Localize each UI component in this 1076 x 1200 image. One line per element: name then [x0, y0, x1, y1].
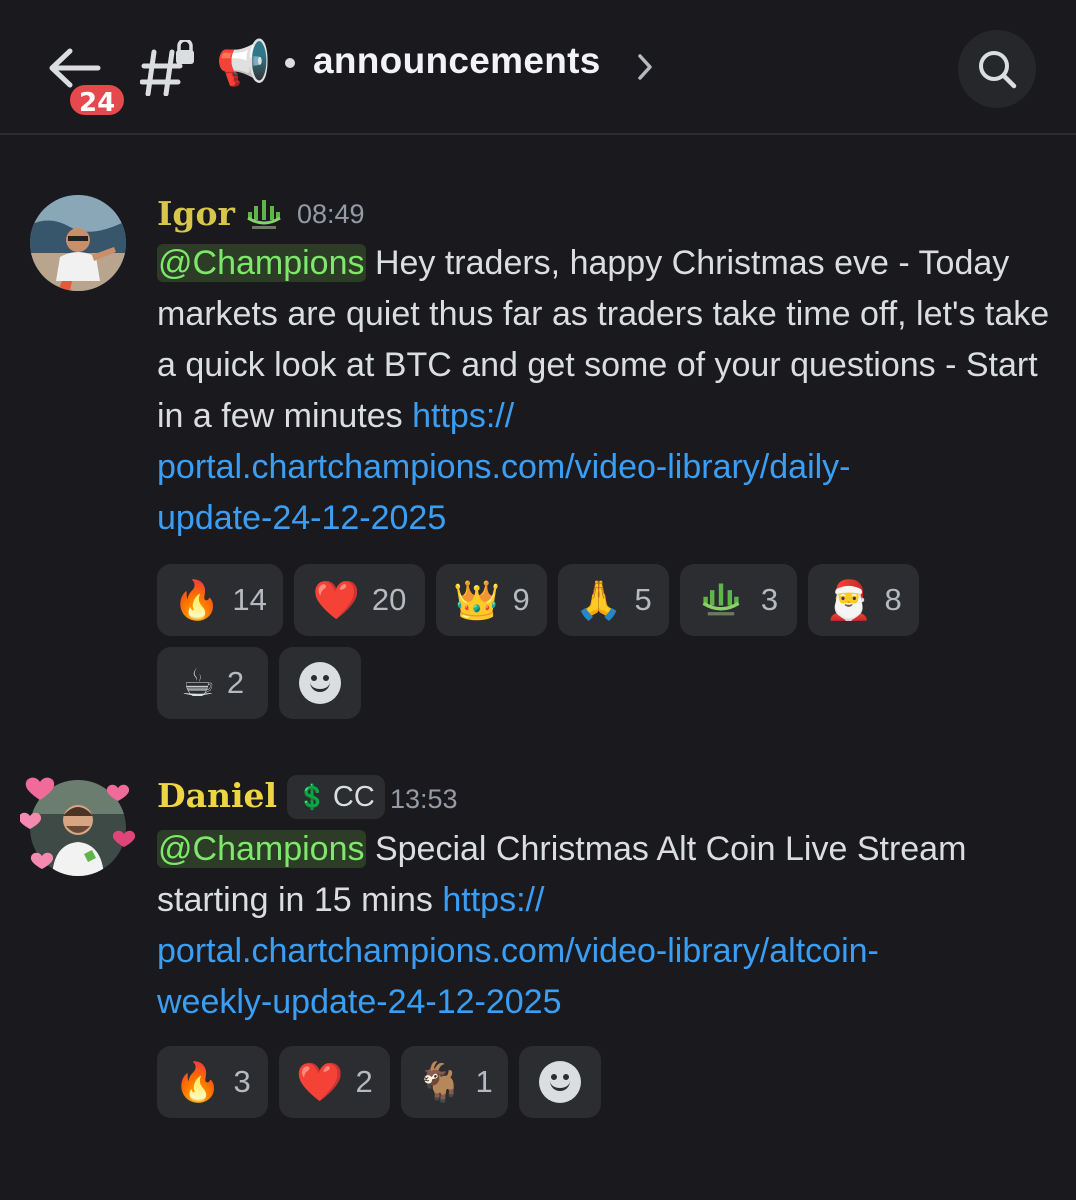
- role-mention[interactable]: @Champions: [157, 244, 366, 282]
- channel-name[interactable]: announcements: [313, 40, 601, 82]
- reaction-count: 14: [232, 582, 267, 617]
- reaction-count: 8: [884, 582, 902, 617]
- reaction-count: 20: [371, 582, 407, 617]
- unread-badge: 24: [67, 82, 128, 118]
- reaction-pray[interactable]: 🙏 5: [558, 564, 669, 636]
- author-name[interactable]: Daniel: [157, 776, 277, 815]
- message-daniel: Daniel 💲 CC 13:53 @Champions Special Chr…: [0, 772, 1076, 1132]
- reaction-count: 2: [226, 665, 245, 700]
- reaction-heart[interactable]: ❤️ 20: [294, 564, 425, 636]
- chevron-right-icon[interactable]: [634, 50, 656, 84]
- add-reaction-button[interactable]: [519, 1046, 601, 1118]
- pray-icon: 🙏: [575, 578, 623, 622]
- back-button[interactable]: 24: [40, 40, 130, 120]
- chartchampions-logo-icon: [247, 200, 281, 229]
- reaction-fire[interactable]: 🔥 3: [157, 1046, 268, 1118]
- reaction-count: 1: [475, 1064, 493, 1099]
- reaction-count: 5: [634, 582, 652, 617]
- smiley-icon: [539, 1061, 581, 1103]
- role-mention[interactable]: @Champions: [157, 830, 366, 868]
- author-name[interactable]: Igor: [157, 194, 235, 233]
- reaction-chartchampions[interactable]: 3: [680, 564, 797, 636]
- add-reaction-button[interactable]: [279, 647, 361, 719]
- fire-icon: 🔥: [174, 1060, 222, 1104]
- reaction-count: 3: [233, 1064, 251, 1099]
- locked-channel-hash-icon: [139, 38, 200, 97]
- smiley-icon: [299, 662, 341, 704]
- message-body: @Champions Hey traders, happy Christmas …: [157, 238, 1057, 544]
- chartchampions-logo-icon: [702, 583, 740, 616]
- megaphone-icon: 📢: [216, 38, 271, 89]
- separator-dot: [285, 58, 295, 68]
- reaction-santa[interactable]: 🎅 8: [808, 564, 919, 636]
- search-button[interactable]: [958, 30, 1036, 108]
- reaction-coffee[interactable]: ☕ 2: [157, 647, 268, 719]
- role-tag-label: CC: [332, 780, 375, 813]
- reaction-count: 9: [512, 582, 530, 617]
- goat-icon: 🐐: [416, 1060, 464, 1104]
- reaction-count: 2: [355, 1064, 373, 1099]
- search-icon: [979, 51, 1017, 89]
- santa-icon: 🎅: [825, 578, 873, 622]
- heart-icon: ❤️: [296, 1060, 344, 1104]
- fire-icon: 🔥: [173, 578, 221, 622]
- channel-header: 24 📢 announcements: [0, 0, 1076, 135]
- reaction-fire[interactable]: 🔥 14: [157, 564, 283, 636]
- message-timestamp: 08:49: [297, 199, 365, 229]
- crown-icon: 👑: [453, 578, 501, 622]
- reaction-crown[interactable]: 👑 9: [436, 564, 547, 636]
- message-timestamp: 13:53: [390, 784, 458, 814]
- reaction-goat[interactable]: 🐐 1: [401, 1046, 508, 1118]
- role-tag: 💲 CC: [287, 775, 385, 819]
- reaction-heart[interactable]: ❤️ 2: [279, 1046, 390, 1118]
- message-igor: Igor 08:49 @Champions Hey traders, happy…: [0, 190, 1076, 730]
- avatar-igor[interactable]: [30, 195, 126, 291]
- message-body: @Champions Special Christmas Alt Coin Li…: [157, 824, 1057, 1028]
- coffee-icon: ☕: [180, 661, 215, 705]
- money-icon: 💲: [297, 783, 327, 811]
- reaction-count: 3: [760, 582, 779, 617]
- avatar-hearts-decoration: [20, 777, 136, 869]
- heart-icon: ❤️: [312, 578, 360, 622]
